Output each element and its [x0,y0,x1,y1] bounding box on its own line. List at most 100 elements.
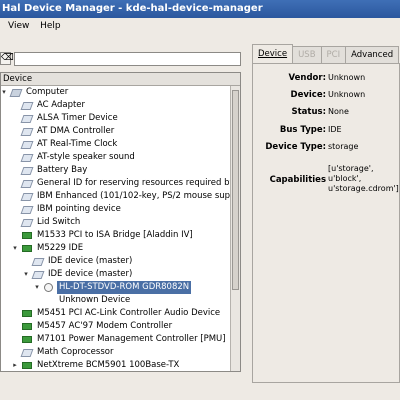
tree-row-label: M5229 IDE [37,243,84,253]
device-icon [31,271,45,279]
tree-row-label: IBM pointing device [37,204,121,214]
device-icon [20,167,34,175]
tab-pci[interactable]: PCI [320,46,347,64]
tree-row[interactable]: ▾ IDE device (master) [1,268,230,281]
menu-view[interactable]: View [0,18,33,35]
clear-text-icon[interactable]: ⌫ [0,52,14,65]
property-value: storage [328,142,359,151]
pane-splitter[interactable] [242,42,252,382]
menu-help[interactable]: Help [36,18,65,35]
capability-line: u'block', [328,174,362,183]
tree-row[interactable]: ▸ NetXtreme BCM5901 100Base-TX [1,359,230,371]
tree-row-label: IBM Enhanced (101/102-key, PS/2 mouse su… [37,191,230,201]
property-value: [u'storage', u'block', u'storage.cdrom'] [328,164,399,194]
scrollbar-thumb[interactable] [232,90,239,290]
tree-body: ▾ Computer AC Adapter ALSA Timer Device AT D… [1,86,230,371]
tree-row[interactable]: M1533 PCI to ISA Bridge [Aladdin IV] [1,229,230,242]
tree-row-label: M5451 PCI AC-Link Controller Audio Devic… [37,308,221,318]
tree-scrollbar[interactable] [230,86,240,371]
tree-row-label: AT Real-Time Clock [37,139,118,149]
tree-row-label: NetXtreme BCM5901 100Base-TX [37,360,180,370]
device-icon [20,193,34,201]
device-icon [20,128,34,136]
device-properties-panel: Vendor: Unknown Device: Unknown Status: None B… [252,63,400,383]
tree-row[interactable]: Lid Switch [1,216,230,229]
pci-card-icon [22,323,32,330]
tree-row[interactable]: IDE device (master) [1,255,230,268]
tree-row[interactable]: M5457 AC'97 Modem Controller [1,320,230,333]
property-key: Vendor: [288,73,326,83]
tab-label: Device [258,49,288,59]
tree-row[interactable]: General ID for reserving resources requi… [1,177,230,190]
tree-row-label: M5457 AC'97 Modem Controller [37,321,173,331]
property-row: Bus Type: IDE [253,124,400,138]
collapse-arrow-icon[interactable]: ▾ [11,242,19,255]
tree-row[interactable]: AT-style speaker sound [1,151,230,164]
tree-row[interactable]: ▾ HL-DT-STDVD-ROM GDR8082N [1,281,230,294]
tree-row[interactable]: ▾ M5229 IDE [1,242,230,255]
detail-tabs: Device USB PCI Advanced [252,44,400,64]
expand-arrow-icon[interactable]: ▸ [11,359,19,371]
tree-row-label: AT-style speaker sound [37,152,135,162]
tree-row[interactable]: Unknown Device [1,294,230,307]
device-icon [20,141,34,149]
collapse-arrow-icon[interactable]: ▾ [22,268,30,281]
pci-card-icon [22,310,32,317]
device-icon [20,180,34,188]
collapse-arrow-icon[interactable]: ▾ [1,86,8,99]
property-row: Device Type: storage [253,141,400,155]
property-value: None [328,107,349,116]
tree-column-header[interactable]: Device [1,73,240,86]
tree-row[interactable]: IBM pointing device [1,203,230,216]
tab-usb[interactable]: USB [292,46,322,64]
search-input[interactable] [14,52,241,66]
tab-device[interactable]: Device [252,44,294,64]
tree-row[interactable]: AT Real-Time Clock [1,138,230,151]
pci-card-icon [22,362,32,369]
pci-card-icon [22,336,32,343]
tree-row-label: Battery Bay [37,165,88,175]
tree-row[interactable]: M5451 PCI AC-Link Controller Audio Devic… [1,307,230,320]
property-value: Unknown [328,73,366,82]
tree-row[interactable]: ▾ Computer [1,86,230,99]
tree-row-label: Math Coprocessor [37,347,114,357]
tree-row[interactable]: AT DMA Controller [1,125,230,138]
collapse-arrow-icon[interactable]: ▾ [33,281,41,294]
property-key: Status: [291,107,327,117]
device-icon [20,102,34,110]
property-row: Vendor: Unknown [253,72,400,86]
optical-disc-icon [44,283,53,292]
property-value: Unknown [328,90,366,99]
tab-label: Advanced [351,50,394,60]
device-icon [31,258,45,266]
tree-row[interactable]: AC Adapter [1,99,230,112]
tree-row[interactable]: IBM Enhanced (101/102-key, PS/2 mouse su… [1,190,230,203]
tree-row-label: AC Adapter [37,100,86,110]
capability-line: [u'storage', [328,164,374,173]
device-icon [20,349,34,357]
device-icon [20,206,34,214]
tree-row-label: Computer [26,87,69,97]
tree-row-label: IDE device (master) [48,269,133,279]
tree-row-label: ALSA Timer Device [37,113,118,123]
device-icon [20,115,34,123]
tree-row-label: M7101 Power Management Controller [PMU] [37,334,226,344]
pci-card-icon [22,232,32,239]
tree-row[interactable]: ALSA Timer Device [1,112,230,125]
device-tree: Device ▾ Computer AC Adapter ALSA Timer Dev… [0,72,241,372]
capability-line: u'storage.cdrom'] [328,184,399,193]
tab-advanced[interactable]: Advanced [345,46,400,64]
tree-row[interactable]: Battery Bay [1,164,230,177]
tree-row-label: IDE device (master) [48,256,133,266]
device-icon [20,219,34,227]
property-row: Status: None [253,106,400,120]
menubar: View Help [0,18,400,35]
computer-icon [9,89,23,97]
tree-row[interactable]: Math Coprocessor [1,346,230,359]
tree-row[interactable]: M7101 Power Management Controller [PMU] [1,333,230,346]
property-row: Device: Unknown [253,89,400,103]
tree-row-label: HL-DT-STDVD-ROM GDR8082N [57,281,192,294]
tab-label: USB [298,50,316,60]
property-key: Capabilities [269,175,326,185]
property-key: Bus Type: [279,125,326,135]
